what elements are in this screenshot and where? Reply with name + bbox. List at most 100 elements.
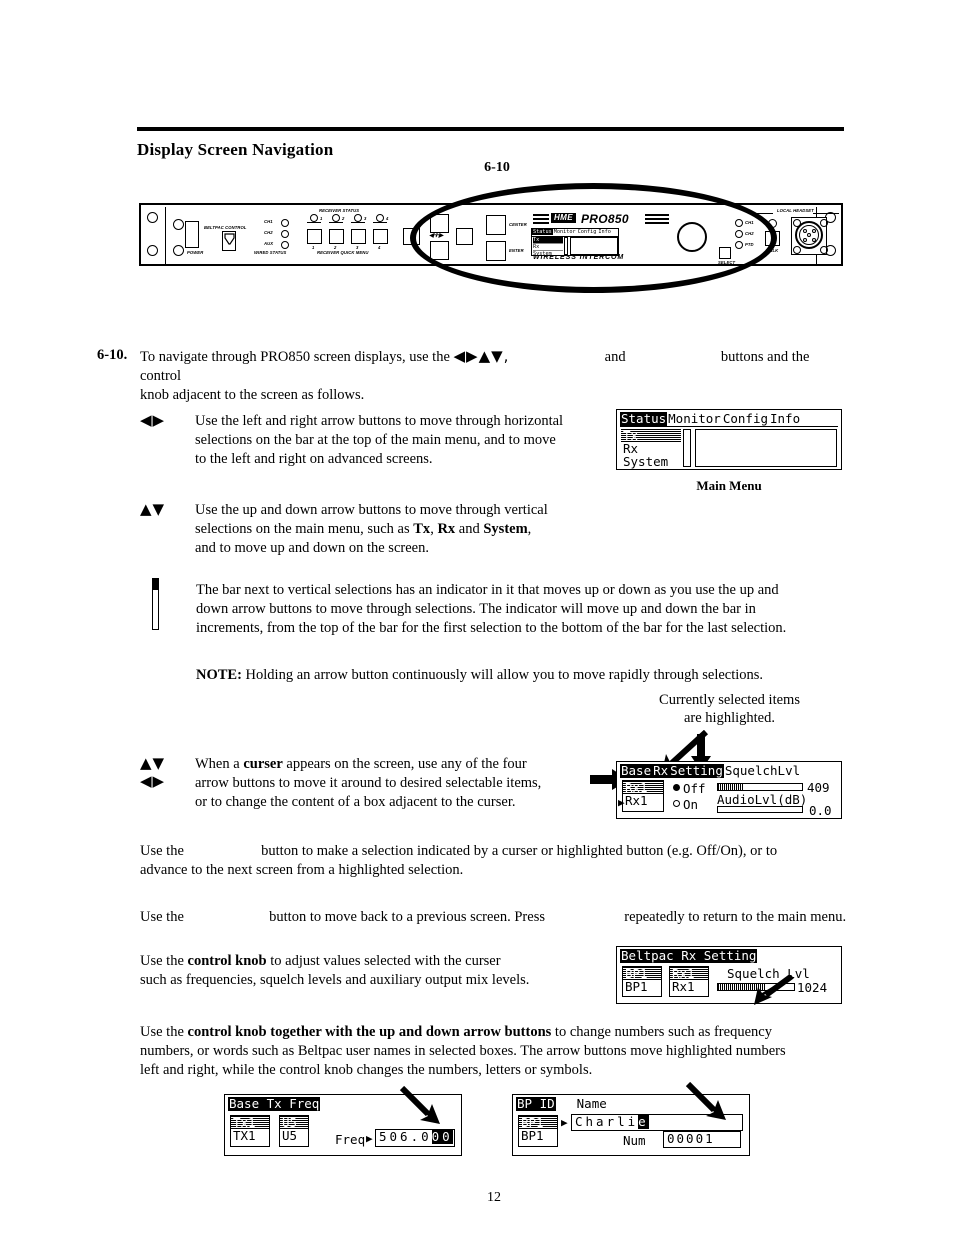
bullet2-sep2: and xyxy=(455,521,484,537)
receiver-1-led xyxy=(310,214,318,222)
receiver-status-underline xyxy=(329,222,343,224)
knob-arrows-c: to change numbers such as frequency xyxy=(551,1024,772,1040)
title-setting: Setting xyxy=(669,763,724,778)
back-button-paragraph: Use the button to move back to a previou… xyxy=(140,908,856,927)
freq-label: Freq xyxy=(335,1132,366,1147)
bp-value-bottom: BP1 xyxy=(625,979,648,994)
header-rule xyxy=(137,127,844,131)
power-switch[interactable] xyxy=(185,221,199,248)
lcd-beltpac-title: Beltpac Rx Setting xyxy=(620,949,838,963)
selector-value-bottom: Rx1 xyxy=(625,793,648,808)
main-menu-caption: Main Menu xyxy=(696,478,762,493)
lcd-tx-selector-box[interactable]: Tx1 TX1 xyxy=(230,1115,270,1147)
receiver-3-led xyxy=(354,214,362,222)
curser-line2: arrow buttons to move it around to desir… xyxy=(195,775,542,791)
up-down-arrow-icon: ▲▼ xyxy=(140,500,166,518)
scroll-indicator-bar-graphic xyxy=(152,578,159,630)
receiver-quick-menu-button-3[interactable] xyxy=(351,229,366,244)
num-label: Num xyxy=(623,1133,646,1148)
lcd-beltpac-bp-box[interactable]: BP1 BP1 xyxy=(622,966,662,997)
title-beltpac-rx-setting: Beltpac Rx Setting xyxy=(620,948,758,963)
receiver-status-underline xyxy=(373,222,387,224)
left-right-arrow-icon: ◀▶ xyxy=(140,411,166,429)
lcd-beltpac-rx-box[interactable]: Rx1 Rx1 xyxy=(669,966,709,997)
lcd-main-menu-scrollbar[interactable] xyxy=(683,429,691,467)
knob-arrows-paragraph: Use the control knob together with the u… xyxy=(140,1023,850,1080)
note-text: Holding an arrow button continuously wil… xyxy=(245,667,764,683)
name-curser-icon: ▶ xyxy=(561,1116,568,1129)
rack-ear-hole xyxy=(173,245,184,256)
bullet2-line2a: selections on the main menu, such as xyxy=(195,521,414,537)
title-base-tx-freq: Base Tx Freq xyxy=(228,1096,321,1111)
bullet2-line3: and to move up and down on the screen. xyxy=(195,540,429,556)
aux-led xyxy=(281,241,289,249)
bullet1-line3: to the left and right on advanced screen… xyxy=(195,451,433,467)
headset-rule xyxy=(813,213,839,215)
audio-level-label: AudioLvl(dB) xyxy=(717,792,808,807)
tab-status: Status xyxy=(620,411,668,426)
indicator-note-paragraph: The bar next to vertical selections has … xyxy=(196,581,856,638)
receiver-quick-menu-button-4[interactable] xyxy=(373,229,388,244)
radio-off-selected[interactable] xyxy=(673,784,680,791)
rack-ear-hole xyxy=(173,219,184,230)
beltpac-slider-arrow-icon xyxy=(754,975,794,1005)
radio-off-label: Off xyxy=(683,781,706,796)
tab-monitor: Monitor xyxy=(668,411,721,426)
num-value-box[interactable]: 00001 xyxy=(663,1131,741,1148)
curser-line1c: appears on the screen, use any of the fo… xyxy=(282,756,527,772)
callout-line2: are highlighted. xyxy=(683,710,775,726)
arrow-glyph-group: ◀▶▲▼, xyxy=(453,347,510,365)
term-tx: Tx xyxy=(413,521,431,537)
knob-para-line2: such as frequencies, squelch levels and … xyxy=(140,972,530,988)
title-rx: Rx xyxy=(652,763,670,778)
bullet1-line1: Use the left and right arrow buttons to … xyxy=(195,413,564,429)
term-system: System xyxy=(483,521,528,537)
figure-number: 6-10 xyxy=(484,160,510,175)
callout-line1: Currently selected items xyxy=(659,692,800,708)
term-control-knob: control knob xyxy=(187,953,267,969)
receiver-status-underline xyxy=(307,222,321,224)
name-header-label: Name xyxy=(576,1096,607,1111)
term-curser: curser xyxy=(243,756,283,772)
title-bp-id: BP ID xyxy=(516,1096,556,1111)
audio-level-slider[interactable] xyxy=(717,806,803,813)
knob-para-c: to adjust values selected with the curse… xyxy=(266,953,501,969)
lcd-bp-selector-box[interactable]: BP1 BP1 xyxy=(518,1115,558,1147)
back-para-c: repeatedly to return to the main menu. xyxy=(624,909,847,925)
lcd-base-rx-setting-screen: Base Rx Setting SquelchLvl Rx1 Rx1 ▶ Off On… xyxy=(616,761,842,819)
pro850-front-panel-illustration: POWER BELTPAC CONTROL CH1 CH2 AUX WIRED … xyxy=(137,183,847,295)
lcd-group-selector-box[interactable]: U5 U5 xyxy=(279,1115,309,1147)
indicator-note-line1: The bar next to vertical selections has … xyxy=(196,582,779,598)
bp-id-value-bottom: BP1 xyxy=(521,1128,544,1143)
freq-value-box[interactable]: 506.000 xyxy=(375,1129,455,1147)
receiver-quick-menu-button-2[interactable] xyxy=(329,229,344,244)
callout-ellipse xyxy=(410,183,777,293)
freq-value-highlighted: 00 xyxy=(431,1129,453,1144)
freq-curser-icon: ▶ xyxy=(366,1132,373,1145)
knob-para-a: Use the xyxy=(140,953,188,969)
num-value: 00001 xyxy=(667,1131,715,1146)
squelch-level-slider[interactable] xyxy=(717,783,803,791)
select-para-line2: advance to the next screen from a highli… xyxy=(140,862,464,878)
page-number: 12 xyxy=(487,1190,501,1205)
radio-on-label: On xyxy=(683,797,699,812)
lcd-main-menu-content-pane xyxy=(695,429,837,467)
term-knob-and-arrows: control knob together with the up and do… xyxy=(187,1024,552,1040)
xlr-pin xyxy=(803,229,807,233)
select-para-line1b: button to make a selection indicated by … xyxy=(261,843,778,859)
receiver-4-led xyxy=(376,214,384,222)
left-right-arrow-icon-2: ◀▶ xyxy=(140,772,166,790)
page-title: Display Screen Navigation xyxy=(137,140,334,159)
term-rx: Rx xyxy=(437,521,456,537)
ch1-led xyxy=(281,219,289,227)
lcd-main-menu-tabs: Status Monitor Config Info xyxy=(620,412,838,427)
step-intro-line2: knob adjacent to the screen as follows. xyxy=(140,387,365,403)
beltpac-squelch-value: 1024 xyxy=(797,980,828,995)
note-label: NOTE: xyxy=(196,667,242,683)
note-paragraph: NOTE: Holding an arrow button continuous… xyxy=(196,666,856,685)
title-squelchlvl: SquelchLvl xyxy=(724,763,801,778)
radio-on[interactable] xyxy=(673,800,680,807)
receiver-quick-menu-button-1[interactable] xyxy=(307,229,322,244)
xlr-screw xyxy=(793,246,801,254)
lcd-base-rx-selector-box[interactable]: Rx1 Rx1 xyxy=(622,780,664,812)
